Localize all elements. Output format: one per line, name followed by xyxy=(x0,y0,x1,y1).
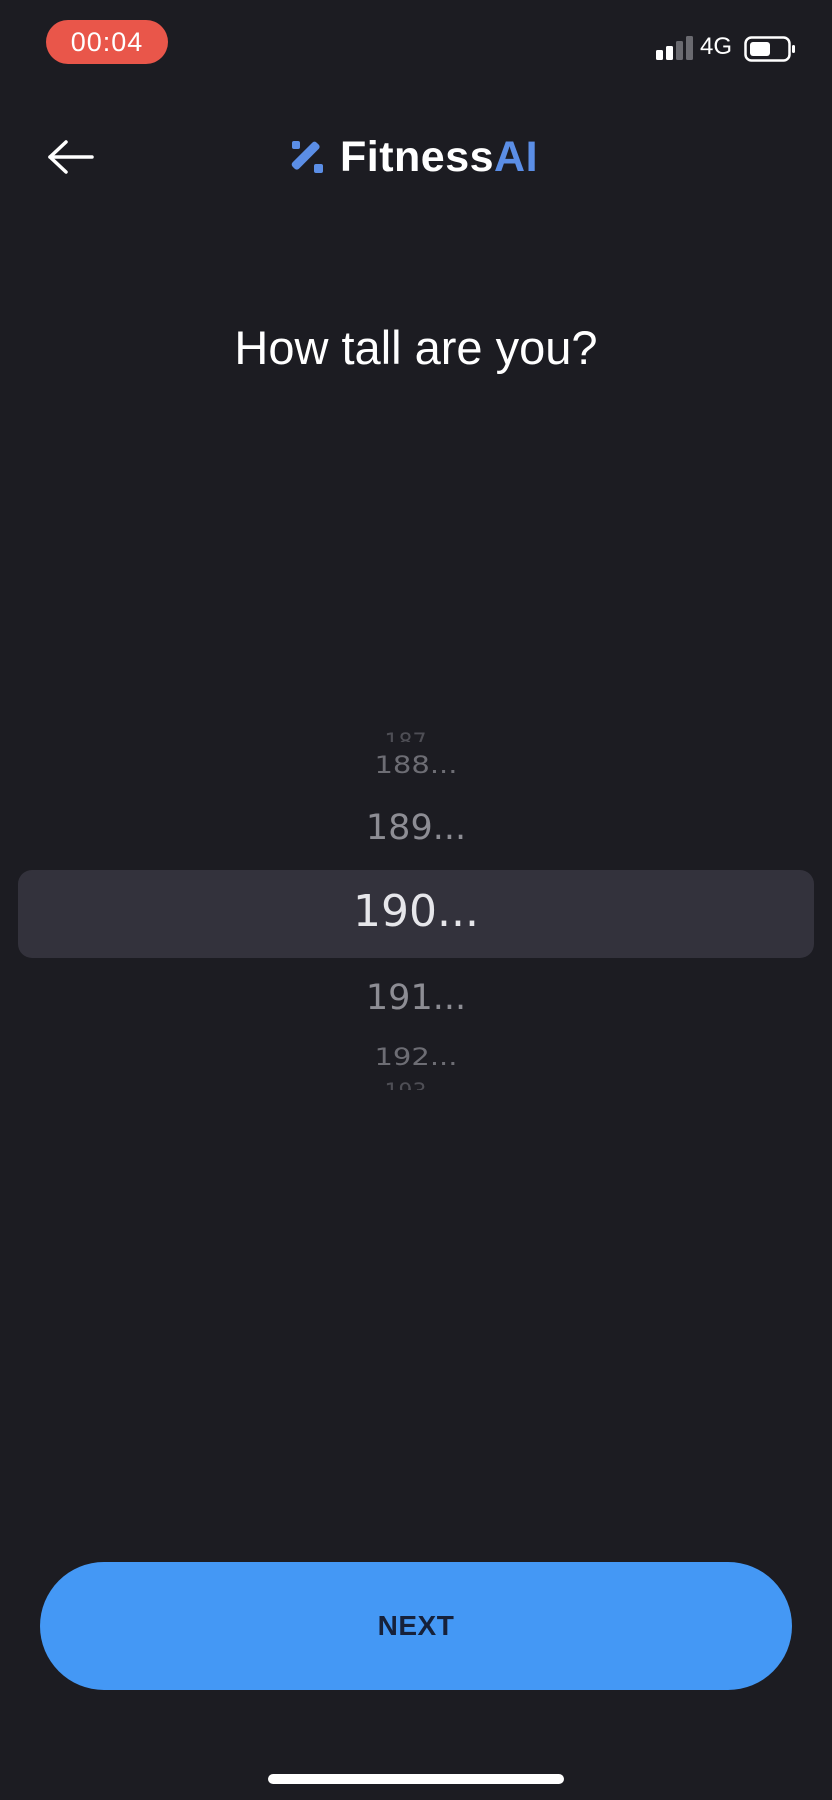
picker-item[interactable]: 192... xyxy=(0,1043,832,1071)
picker-item-faded: 187... xyxy=(0,730,832,742)
recording-time-pill: 00:04 xyxy=(46,20,168,64)
picker-item[interactable]: 188... xyxy=(0,751,832,779)
network-type: 4G xyxy=(700,33,733,60)
brand-name-main: Fitness xyxy=(340,132,495,181)
picker-item[interactable]: 189... xyxy=(0,808,832,848)
status-time: 00:04 xyxy=(70,26,144,57)
height-picker[interactable]: 187... 188... 189... 190... 191... 192..… xyxy=(0,720,832,1100)
arrow-left-icon xyxy=(48,140,94,174)
signal-strength-icon xyxy=(656,36,693,60)
battery-icon xyxy=(744,36,795,62)
picker-item[interactable]: 191... xyxy=(0,978,832,1018)
page-title: How tall are you? xyxy=(234,321,598,374)
fitnessai-logo-icon xyxy=(291,141,323,173)
picker-item-selected[interactable]: 190... xyxy=(0,886,832,937)
brand-name-accent: AI xyxy=(494,132,539,181)
next-button[interactable]: NEXT xyxy=(40,1562,792,1690)
home-indicator xyxy=(268,1774,564,1784)
status-bar: 00:04 4G xyxy=(0,0,832,90)
brand-logo: FitnessAI xyxy=(288,128,538,186)
top-navigation: FitnessAI xyxy=(0,110,832,204)
picker-item-faded: 193... xyxy=(0,1080,832,1090)
back-button[interactable] xyxy=(38,132,104,182)
brand-name: FitnessAI xyxy=(340,133,538,182)
